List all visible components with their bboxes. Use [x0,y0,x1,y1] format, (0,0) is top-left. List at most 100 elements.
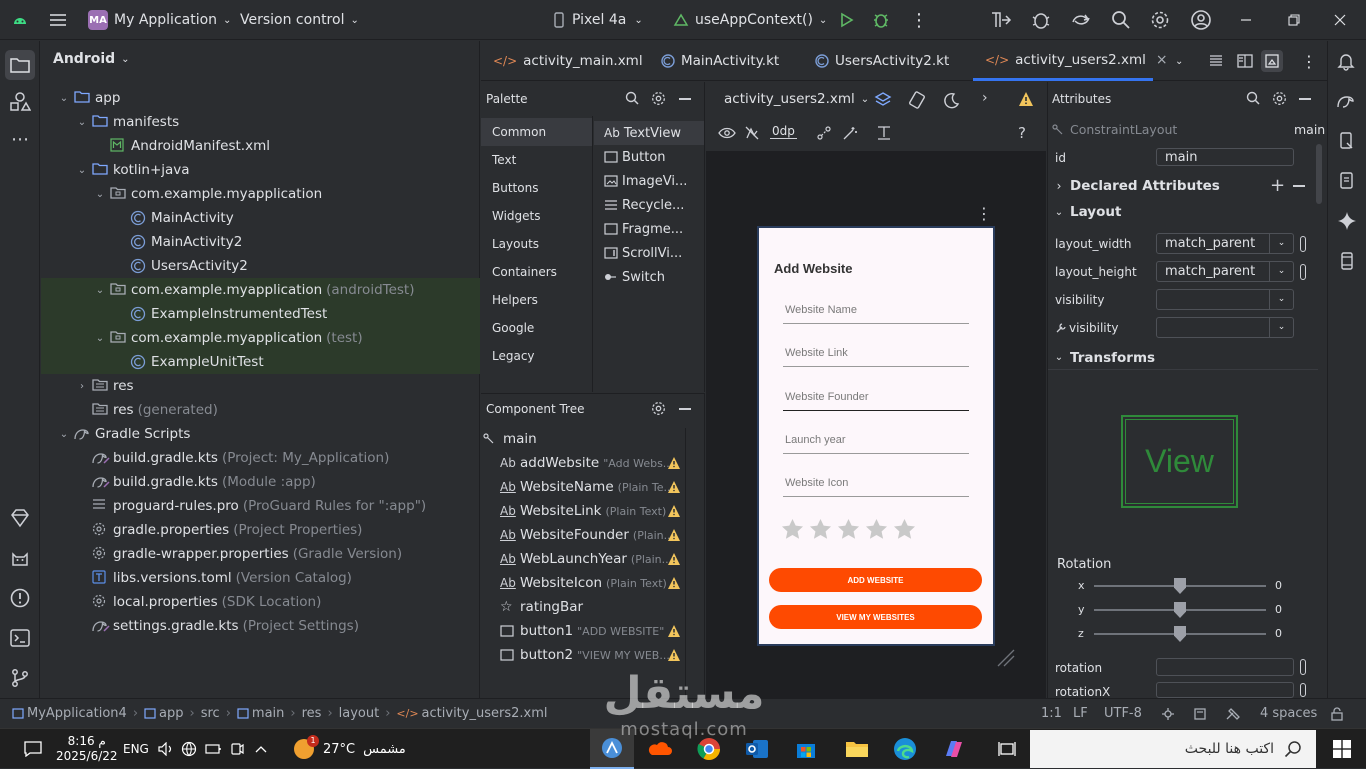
warning-icon[interactable] [667,456,681,470]
power-save-icon[interactable] [1225,699,1241,728]
layout-height-dropdown[interactable]: match_parent ⌄ [1156,261,1294,282]
design-blueprint-toggle-icon[interactable] [874,91,892,109]
debug-icon[interactable] [872,0,890,40]
search-icon[interactable] [1246,91,1260,105]
palette-item[interactable]: Ab TextView [594,121,704,145]
rating-star-icon[interactable] [809,518,832,540]
component-tree-row[interactable]: Ab WebsiteIcon (Plain Text) [481,571,685,595]
taskbar-soundcloud[interactable] [648,729,672,769]
chevron-right-icon[interactable]: › [982,90,988,106]
layout-file-selector[interactable]: activity_users2.xml ⌄ [724,91,869,107]
warning-icon[interactable] [667,552,681,566]
transforms-section-header[interactable]: ⌄ Transforms [1048,346,1318,370]
tree-toggle-chevron-icon[interactable]: ⌄ [75,117,89,128]
project-tree-item[interactable]: build.gradle.kts (Module :app) [41,470,480,494]
file-status-icon[interactable] [1193,699,1207,728]
component-tree-row[interactable]: main [481,427,685,451]
app-inspection-icon[interactable] [1030,0,1052,40]
tree-toggle-chevron-icon[interactable]: ⌄ [93,189,107,200]
code-view-icon[interactable] [1209,41,1223,81]
tree-toggle-chevron-icon[interactable]: ⌄ [57,429,71,440]
palette-category[interactable]: Widgets [481,202,592,230]
project-tree-item[interactable]: build.gradle.kts (Project: My_Application… [41,446,480,470]
show-hidden-icons-chevron-icon[interactable] [255,729,267,769]
slider-thumb[interactable] [1174,626,1186,642]
gemini-sparkle-icon[interactable] [1337,211,1359,233]
more-actions-icon[interactable]: ⋮ [910,0,928,40]
project-tree-item[interactable]: › res [41,374,480,398]
run-icon[interactable] [838,0,854,40]
volume-icon[interactable] [158,729,174,769]
rating-star-icon[interactable] [865,518,888,540]
add-website-button[interactable]: ADD WEBSITE [769,568,982,592]
palette-category[interactable]: Legacy [481,342,592,370]
layout-width-dropdown[interactable]: match_parent ⌄ [1156,233,1294,254]
default-margin-value[interactable]: 0dp [770,124,797,139]
tab-more-icon[interactable]: ⋮ [1301,41,1317,81]
breadcrumb-item[interactable]: main [252,706,284,721]
battery-icon[interactable] [205,729,223,769]
minimize-panel-icon[interactable] [679,98,691,100]
terminal-icon[interactable] [9,627,31,649]
palette-category[interactable]: Containers [481,258,592,286]
weather-widget[interactable]: 1 27°C مشمس [294,729,406,769]
git-branch-icon[interactable] [9,667,31,689]
tab-activity-main-xml[interactable]: </> activity_main.xml [493,41,643,81]
warning-icon[interactable] [667,528,681,542]
tab-usersactivity2-kt[interactable]: UsersActivity2.kt [815,41,949,81]
project-tree-item[interactable]: UsersActivity2 [41,254,480,278]
logcat-icon[interactable] [9,547,31,569]
view-options-eye-icon[interactable] [718,126,736,140]
project-view-selector[interactable]: Android ⌄ [53,51,130,67]
resize-handle-icon[interactable] [996,648,1016,668]
rotation-field[interactable] [1156,658,1294,676]
notifications-bell-icon[interactable] [1336,51,1358,73]
gem-icon[interactable] [9,507,31,529]
resource-manager-icon[interactable] [9,91,31,113]
gradle-elephant-icon[interactable] [1336,91,1358,113]
component-tree-row[interactable]: button1 "ADD WEBSITE" [481,619,685,643]
close-window-icon[interactable] [1334,0,1346,40]
palette-item[interactable]: Recycle... [594,193,704,217]
close-tab-icon[interactable]: × [1156,52,1168,68]
rating-star-icon[interactable] [781,518,804,540]
orientation-icon[interactable] [908,91,926,109]
input-language[interactable]: ENG [123,729,149,769]
taskbar-outlook[interactable] [745,729,769,769]
settings-gear-icon[interactable] [651,91,666,106]
globe-network-icon[interactable] [181,729,197,769]
project-tree-item[interactable]: MainActivity2 [41,230,480,254]
palette-category[interactable]: Google [481,314,592,342]
palette-category[interactable]: Text [481,146,592,174]
caret-position[interactable]: 1:1 [1041,699,1062,728]
warning-icon[interactable] [667,648,681,662]
minimize-window-icon[interactable] [1240,0,1252,40]
account-icon[interactable] [1190,0,1212,40]
minimize-panel-icon[interactable] [679,408,691,410]
rating-star-icon[interactable] [837,518,860,540]
component-tree-row[interactable]: Ab WebLaunchYear (Plain... [481,547,685,571]
palette-item[interactable]: Fragme... [594,217,704,241]
rotation-x-slider[interactable] [1094,578,1266,594]
clear-constraints-icon[interactable] [816,125,832,141]
search-icon[interactable] [625,91,639,105]
project-tree-item[interactable]: ⌄ com.example.myapplication [41,182,480,206]
visibility-dropdown[interactable]: ⌄ [1156,289,1294,310]
line-separator[interactable]: LF [1073,699,1088,728]
website-founder-field[interactable]: Website Founder [783,383,969,411]
breadcrumb-item[interactable]: activity_users2.xml [422,706,548,721]
sdk-manager-icon[interactable] [990,0,1012,40]
task-view-icon[interactable] [997,729,1017,769]
sync-gradle-icon[interactable] [1070,0,1092,40]
breadcrumb-item[interactable]: app [159,706,183,721]
project-tree-item[interactable]: proguard-rules.pro (ProGuard Rules for ":… [41,494,480,518]
running-devices-icon[interactable] [1337,171,1359,193]
tree-toggle-chevron-icon[interactable]: ⌄ [93,285,107,296]
palette-category[interactable]: Layouts [481,230,592,258]
read-only-lock-icon[interactable] [1330,699,1344,728]
warning-icon[interactable] [667,576,681,590]
rotation-y-slider[interactable] [1094,602,1266,618]
pick-resource-icon[interactable] [1300,236,1306,252]
notification-center-icon[interactable] [24,729,42,769]
component-tree-row[interactable]: Ab WebsiteFounder (Plain... [481,523,685,547]
